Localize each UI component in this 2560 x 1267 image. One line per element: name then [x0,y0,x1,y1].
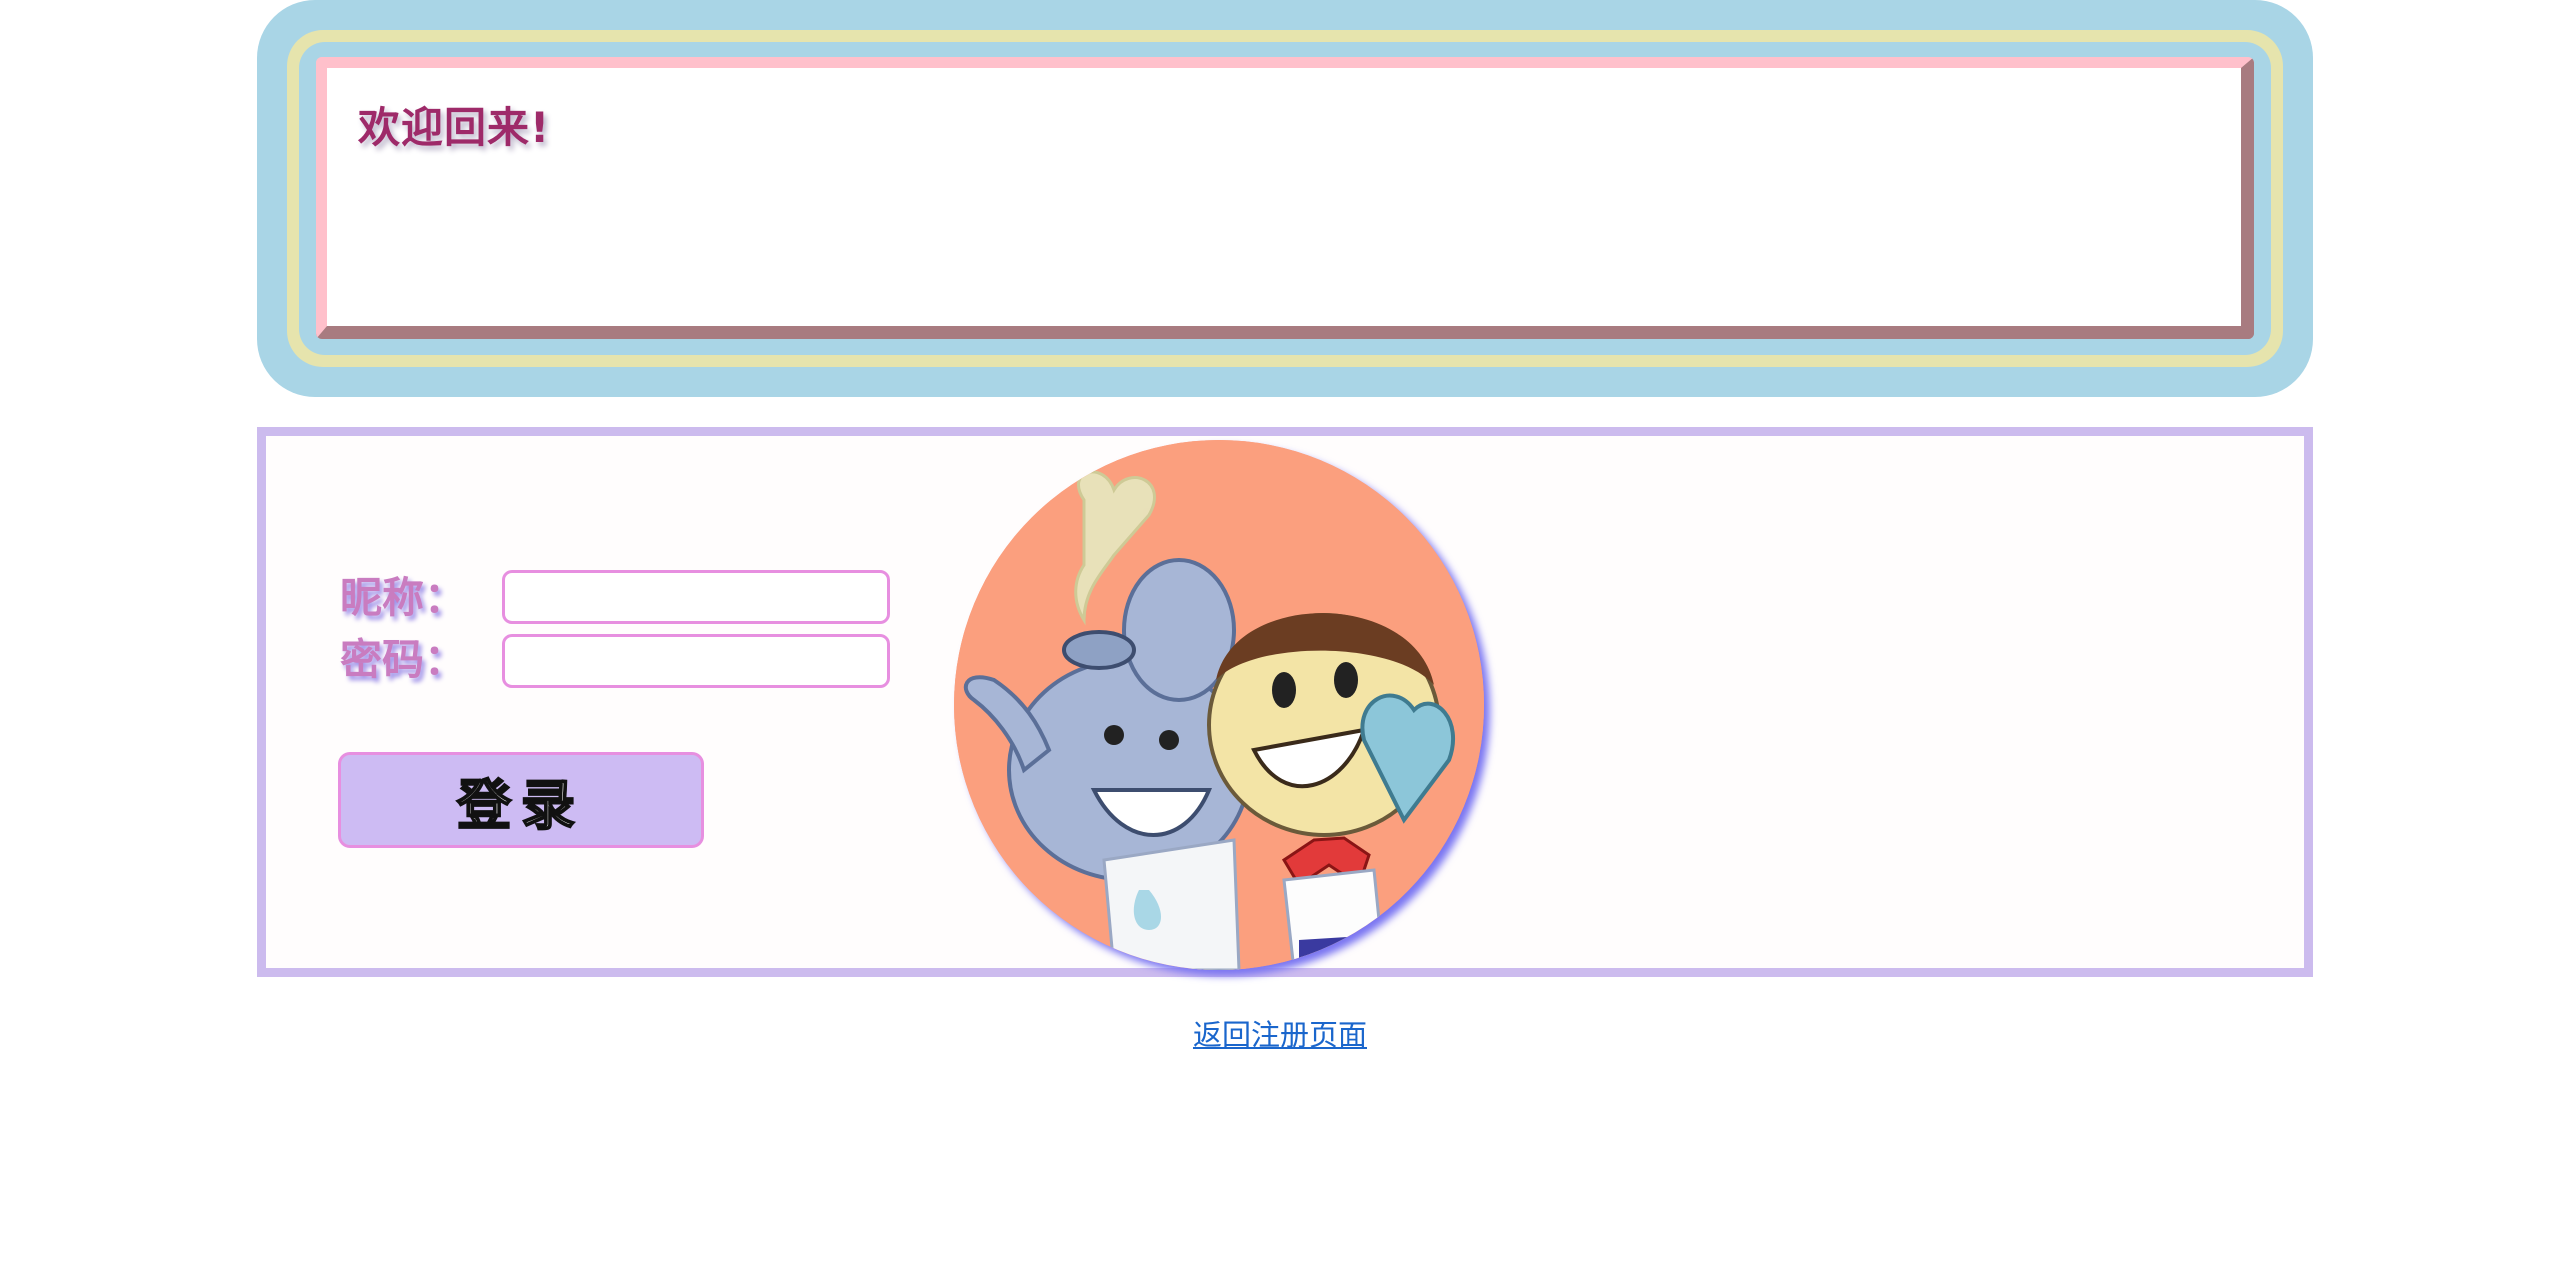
back-to-register-link[interactable]: 返回注册页面 [1193,1018,1367,1052]
login-button[interactable]: 登录 [338,752,704,848]
password-label: 密码： [340,635,467,684]
back-link-container: 返回注册页面 [0,1012,2560,1054]
header-inner-ring: 欢迎回来! [299,42,2271,355]
header-ring: 欢迎回来! [287,30,2283,367]
nickname-input[interactable] [502,570,890,624]
password-input[interactable] [502,634,890,688]
welcome-heading: 欢迎回来! [358,103,551,152]
login-panel: 昵称： 密码： 登录 [257,427,2313,977]
welcome-card: 欢迎回来! [316,57,2254,339]
cartoon-avatar-image [954,440,1484,970]
header-banner: 欢迎回来! [257,0,2313,397]
nickname-label: 昵称： [340,573,467,622]
cartoon-illustration-icon [954,440,1484,970]
